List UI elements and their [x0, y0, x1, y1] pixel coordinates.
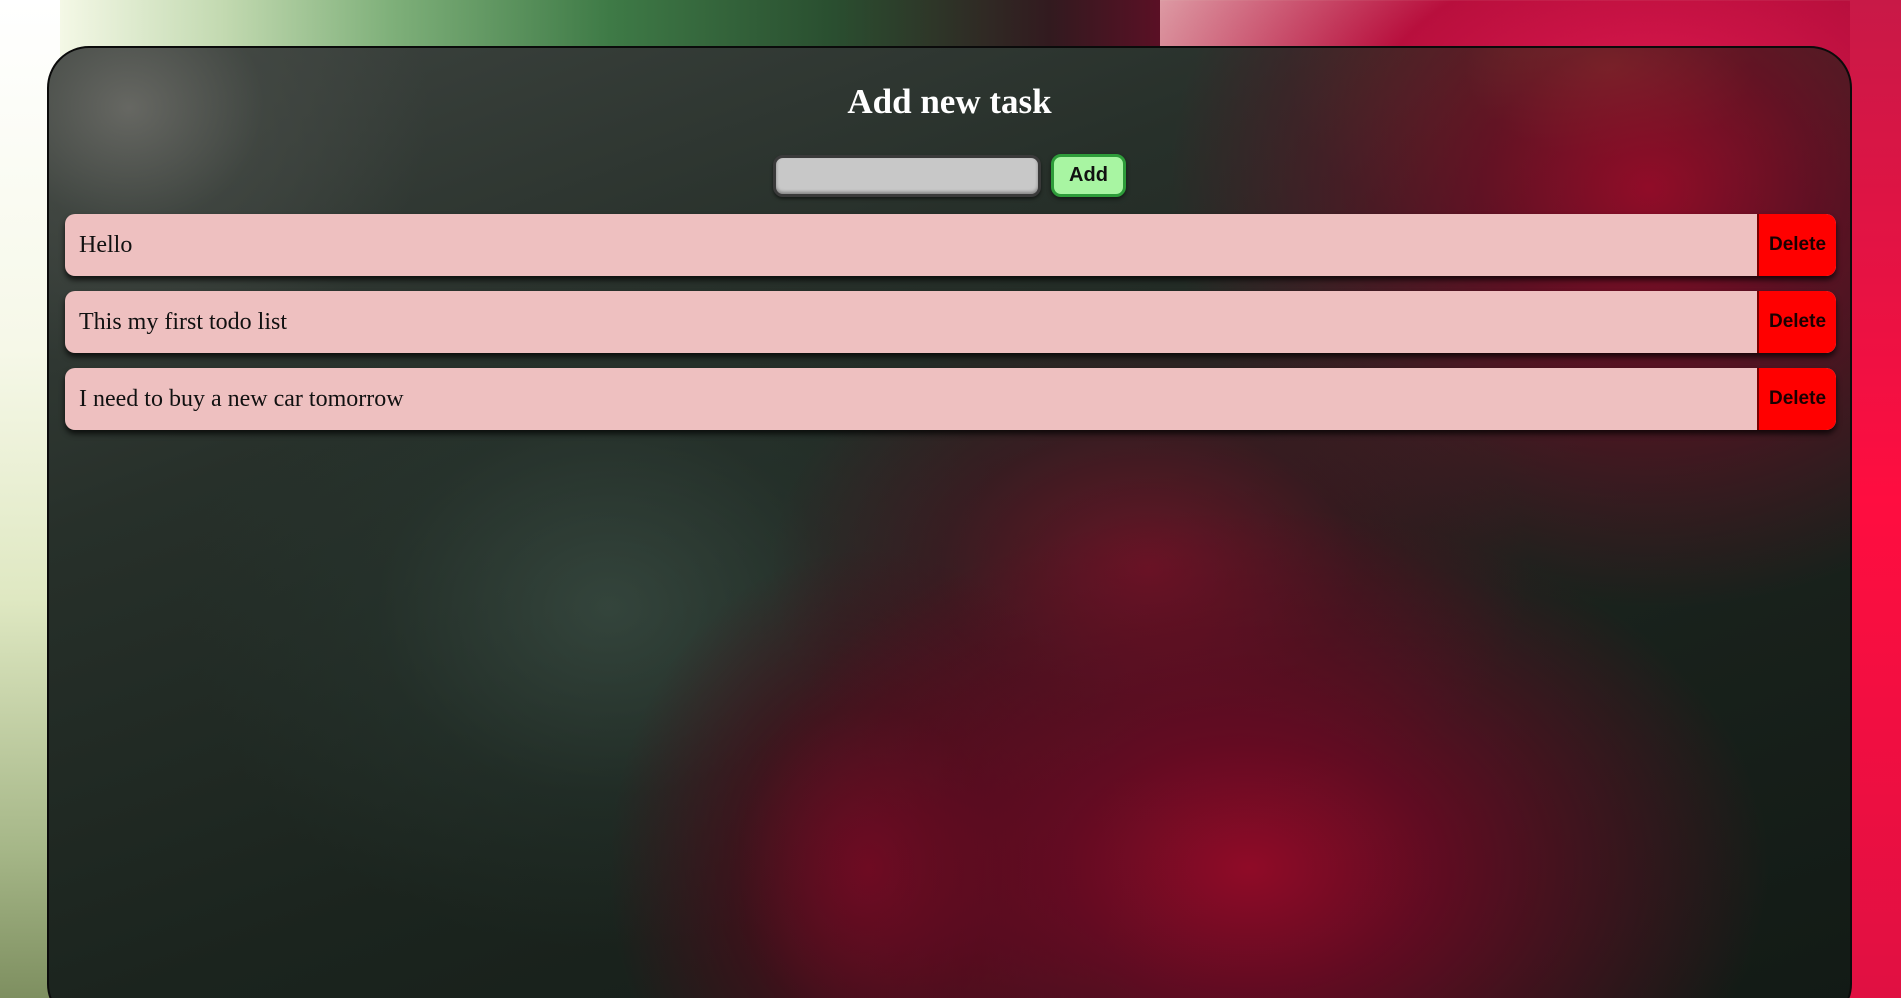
- delete-button[interactable]: Delete: [1757, 291, 1836, 353]
- task-item: Hello Delete: [65, 214, 1836, 276]
- delete-button[interactable]: Delete: [1757, 368, 1836, 430]
- delete-button[interactable]: Delete: [1757, 214, 1836, 276]
- background-right-edge: [1850, 0, 1901, 998]
- task-item: I need to buy a new car tomorrow Delete: [65, 368, 1836, 430]
- task-text: Hello: [79, 231, 133, 258]
- todo-panel: Add new task Add Hello Delete This my fi…: [47, 46, 1852, 998]
- task-list: Hello Delete This my first todo list Del…: [65, 214, 1836, 445]
- task-text: I need to buy a new car tomorrow: [79, 385, 404, 412]
- task-input[interactable]: [773, 154, 1041, 197]
- add-button[interactable]: Add: [1051, 154, 1126, 197]
- page-title: Add new task: [847, 82, 1052, 121]
- add-task-form: Add: [773, 154, 1126, 197]
- task-text: This my first todo list: [79, 308, 288, 335]
- task-item: This my first todo list Delete: [65, 291, 1836, 353]
